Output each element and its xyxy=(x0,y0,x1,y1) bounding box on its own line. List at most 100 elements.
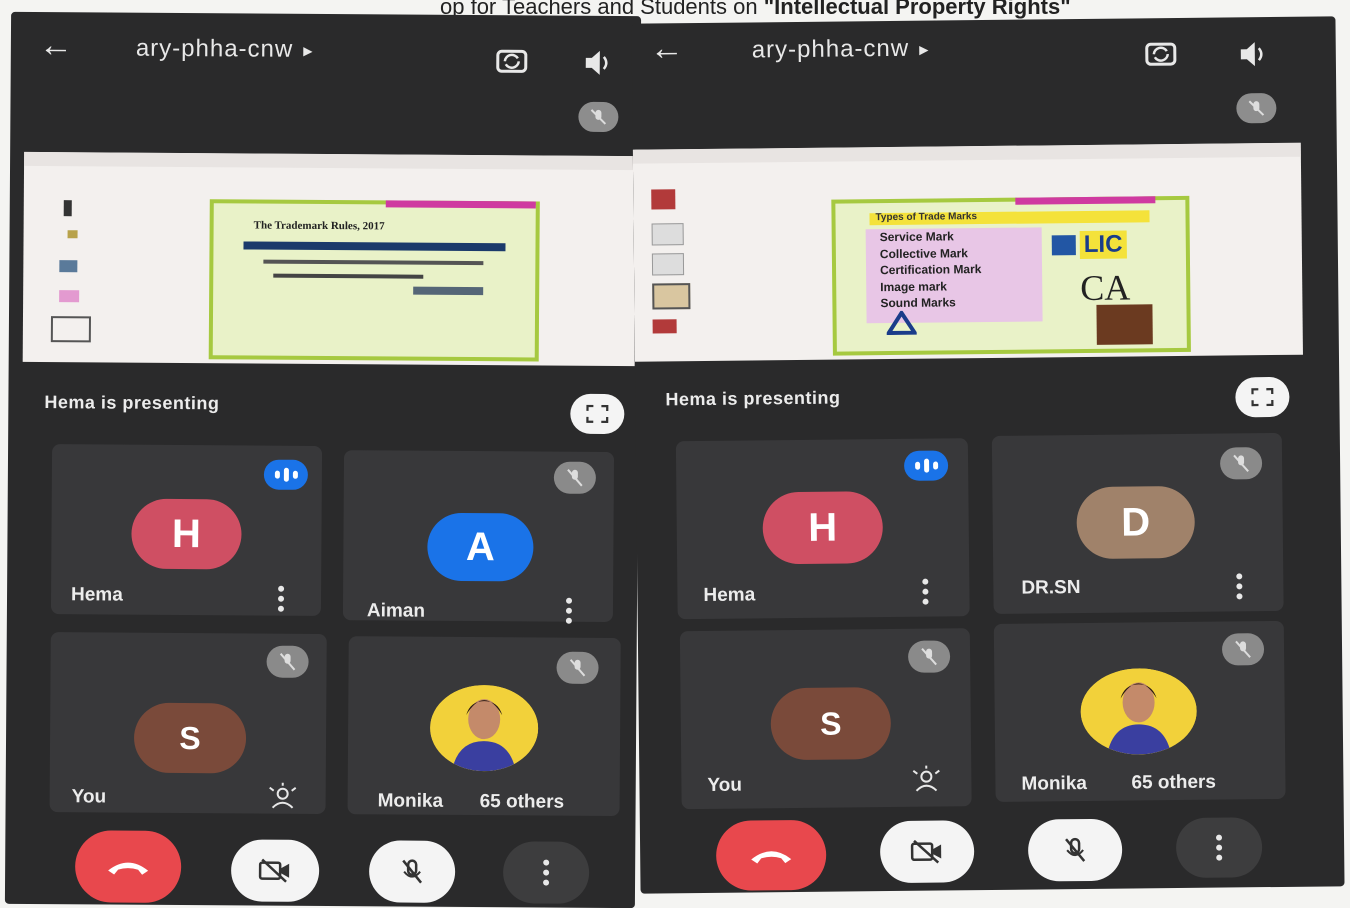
slide-list-item: Service Mark xyxy=(879,229,954,245)
hand-raise-icon[interactable] xyxy=(909,764,943,792)
speaker-icon[interactable] xyxy=(581,46,615,80)
mic-off-icon xyxy=(569,659,586,677)
back-arrow-icon[interactable]: ← xyxy=(650,29,684,68)
meeting-code: ary-phha-cnw xyxy=(751,34,910,64)
more-vert-icon[interactable] xyxy=(1235,573,1243,600)
back-arrow-icon[interactable]: ← xyxy=(39,26,73,65)
mic-toggle-button[interactable] xyxy=(1027,818,1123,882)
more-vert-icon[interactable] xyxy=(277,585,285,612)
top-bar: ← ary-phha-cnw ▶ xyxy=(11,12,641,86)
banner-emphasis: "Intellectual Property Rights" xyxy=(763,0,1071,19)
app-toolbar xyxy=(632,142,1301,164)
meeting-code-button[interactable]: ary-phha-cnw ▶ xyxy=(752,35,930,65)
top-bar: ← ary-phha-cnw ▶ xyxy=(631,16,1336,93)
caret-right-icon: ▶ xyxy=(919,42,930,57)
shared-screen[interactable]: The Trademark Rules, 2017 xyxy=(22,151,637,367)
mic-off-badge xyxy=(553,461,596,494)
presenting-status: Hema is presenting xyxy=(44,392,220,414)
emblem-image xyxy=(1096,304,1153,345)
mic-off-badge xyxy=(266,645,309,678)
right-phone-screen: ← ary-phha-cnw ▶ Types of Trade Marks Se… xyxy=(631,16,1345,894)
fullscreen-button[interactable] xyxy=(1235,376,1290,418)
more-options-button[interactable] xyxy=(502,841,590,904)
avatar: H xyxy=(762,491,884,565)
lic-logo: LIC xyxy=(1079,230,1127,260)
participant-tile[interactable]: H Hema xyxy=(50,444,323,616)
current-slide: Types of Trade Marks Service Mark Collec… xyxy=(831,195,1191,356)
current-slide: The Trademark Rules, 2017 xyxy=(208,199,540,362)
participant-name: You xyxy=(707,774,743,796)
camera-toggle-button[interactable] xyxy=(879,820,975,884)
camera-toggle-button[interactable] xyxy=(230,839,320,902)
mic-off-badge xyxy=(1219,447,1263,480)
end-call-icon xyxy=(751,851,792,864)
avatar: S xyxy=(133,702,247,774)
end-call-button[interactable] xyxy=(74,830,182,904)
participant-tile[interactable]: D DR.SN xyxy=(991,432,1284,614)
person-photo xyxy=(1080,667,1198,756)
avatar: H xyxy=(131,498,242,570)
participant-name: Hema xyxy=(70,584,123,606)
slide-list: Service Mark Collective Mark Certificati… xyxy=(880,228,982,312)
meeting-code: ary-phha-cnw xyxy=(135,34,294,63)
slide-thumbnails xyxy=(647,189,699,354)
app-toolbar xyxy=(24,151,637,171)
ca-logo: CA xyxy=(1080,267,1131,309)
participant-tile[interactable]: H Hema xyxy=(675,438,970,620)
more-vert-icon[interactable] xyxy=(921,578,929,605)
participant-tile[interactable]: A Aiman xyxy=(342,450,615,624)
person-photo xyxy=(429,684,539,772)
mic-off-badge xyxy=(556,651,599,684)
mic-off-icon xyxy=(1233,454,1249,472)
meeting-code-button[interactable]: ary-phha-cnw ▶ xyxy=(136,35,314,64)
fullscreen-button[interactable] xyxy=(570,393,625,435)
end-call-button[interactable] xyxy=(715,819,827,891)
slide-heading: Types of Trade Marks xyxy=(875,211,978,224)
speaker-icon[interactable] xyxy=(1236,37,1270,71)
presenter-mic-off-badge xyxy=(1236,92,1277,124)
slide-thumbnails xyxy=(37,184,94,354)
slide-list-item: Collective Mark xyxy=(879,245,969,261)
rotate-camera-icon[interactable] xyxy=(1144,36,1178,70)
participant-name: Monika xyxy=(1021,772,1088,795)
avatar: D xyxy=(1076,485,1196,560)
camera-off-icon xyxy=(910,839,942,864)
mic-off-icon xyxy=(921,648,937,666)
mic-off-icon xyxy=(279,653,296,671)
mic-off-icon xyxy=(1248,100,1265,116)
profile-photo xyxy=(1080,667,1198,756)
hand-raise-icon[interactable] xyxy=(266,782,300,810)
avatar: A xyxy=(427,512,534,582)
participant-tile-self[interactable]: S You xyxy=(49,632,327,815)
mic-off-icon xyxy=(402,859,423,884)
end-call-icon xyxy=(108,862,149,875)
camera-off-icon xyxy=(258,858,290,883)
participant-name: Aiman xyxy=(366,600,426,622)
left-phone-screen: ← ary-phha-cnw ▶ The Trademark Rules, 20… xyxy=(4,11,642,908)
participant-name: You xyxy=(71,786,107,808)
rotate-camera-icon[interactable] xyxy=(495,43,529,77)
caret-right-icon: ▶ xyxy=(303,43,314,58)
slide-list-item: Certification Mark xyxy=(879,262,982,278)
more-vert-icon[interactable] xyxy=(565,597,573,624)
participant-name: Monika xyxy=(377,790,444,812)
presenter-mic-off-badge xyxy=(578,101,619,133)
mic-off-badge xyxy=(1221,633,1265,666)
shared-screen[interactable]: Types of Trade Marks Service Mark Collec… xyxy=(632,142,1303,362)
slide-list-item: Sound Marks xyxy=(880,295,956,311)
participant-tile[interactable]: Monika 65 others xyxy=(347,636,621,817)
participant-tile-self[interactable]: S You xyxy=(679,628,972,810)
mic-off-badge xyxy=(907,640,951,673)
others-count[interactable]: 65 others xyxy=(480,791,565,814)
mic-toggle-button[interactable] xyxy=(368,840,456,903)
mic-off-icon xyxy=(1235,640,1251,658)
others-count[interactable]: 65 others xyxy=(1131,772,1216,795)
more-vert-icon xyxy=(542,859,550,886)
more-options-button[interactable] xyxy=(1175,817,1263,879)
avatar: S xyxy=(770,687,892,761)
fullscreen-icon xyxy=(1251,388,1274,407)
participant-tile[interactable]: Monika 65 others xyxy=(993,620,1286,802)
presenting-status: Hema is presenting xyxy=(665,387,841,410)
more-vert-icon xyxy=(1215,834,1223,861)
speaking-indicator xyxy=(903,450,949,481)
